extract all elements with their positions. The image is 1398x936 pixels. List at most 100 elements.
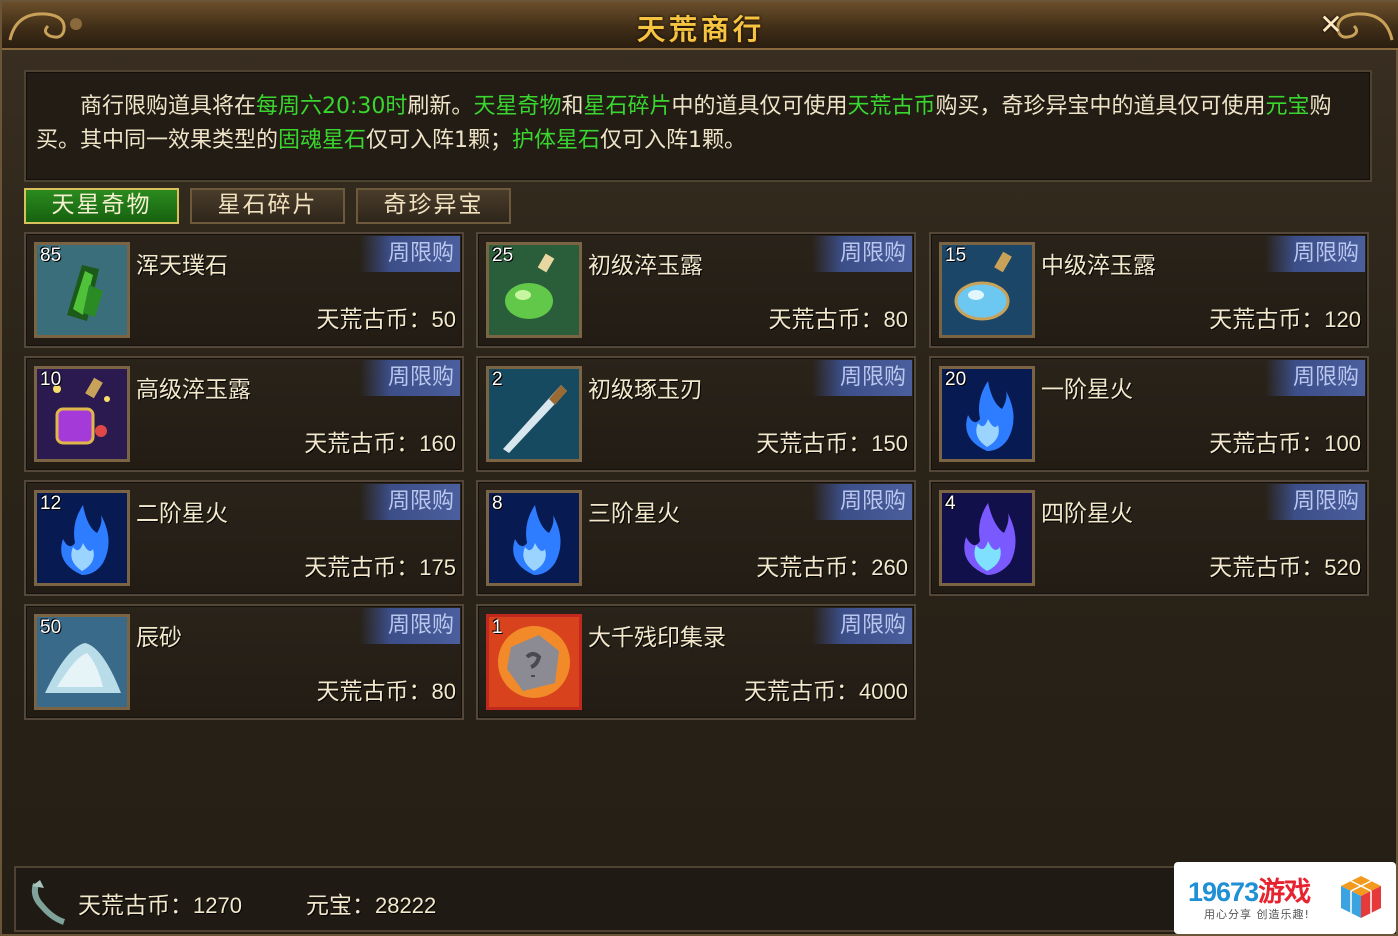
price-value: 175 [419,555,456,580]
coin-balance: 天荒古币：1270 [78,886,242,920]
item-price: 天荒古币：4000 [744,672,908,706]
weekly-limit-badge: 周限购 [360,236,460,272]
item-icon-frame[interactable]: 20 [939,366,1035,462]
notice-text: 和 [561,94,584,119]
item-card[interactable]: 4 四阶星火 周限购 天荒古币：520 [929,480,1369,596]
close-button[interactable]: ✕ [1314,10,1348,42]
notice-highlight: 护体星石 [512,128,601,153]
notice-text: 购买，奇珍异宝中的道具仅可使用 [935,94,1266,119]
item-price: 天荒古币：50 [317,300,456,334]
item-icon-frame[interactable]: 2 [486,366,582,462]
item-card[interactable]: 12 二阶星火 周限购天荒古币：175 [24,480,464,596]
item-icon-frame[interactable]: 15 [939,242,1035,338]
window-title: 天荒商行 [636,13,765,46]
item-quantity: 12 [40,493,62,514]
price-value: 4000 [859,679,908,704]
item-icon-frame[interactable]: 1 [486,614,582,710]
item-quantity: 1 [492,617,503,638]
weekly-limit-badge: 周限购 [360,484,460,520]
item-quantity: 15 [945,245,967,266]
item-name: 一阶星火 [1041,377,1133,403]
coin-pouch-icon [31,880,66,925]
item-name: 初级琢玉刃 [588,377,703,403]
weekly-limit-badge: 周限购 [812,608,912,644]
item-name: 高级淬玉露 [136,377,251,403]
item-card[interactable]: 1 大千残印集录 周限购天荒古币：4000 [476,604,916,720]
notice-text: 商行限购道具将在 [80,94,257,119]
price-value: 260 [871,555,908,580]
item-card[interactable]: 25 初级淬玉露 周限购 天荒古币：80 [476,232,916,348]
price-label: 天荒古币： [1209,555,1325,581]
watermark-logo: 19673游戏 [1188,870,1311,909]
item-card[interactable]: 15 中级淬玉露 周限购天荒古币：120 [929,232,1369,348]
item-icon-frame[interactable]: 4 [939,490,1035,586]
item-price: 天荒古币：175 [304,548,456,582]
weekly-limit-badge: 周限购 [812,484,912,520]
weekly-limit-badge: 周限购 [360,360,460,396]
title-bar: 天荒商行 ✕ [2,2,1398,50]
item-price: 天荒古币：260 [756,548,908,582]
shop-window: 天荒商行 ✕ 商行限购道具将在每周六20:30时刷新。天星奇物和星石碎片中的道具… [0,0,1398,936]
item-card[interactable]: 10 高级淬玉露 周限购 天荒古币：160 [24,356,464,472]
item-price: 天荒古币：80 [769,300,908,334]
tab-qizhen-yibao[interactable]: 奇珍异宝 [356,188,511,224]
item-quantity: 20 [945,369,967,390]
weekly-limit-badge: 周限购 [812,360,912,396]
price-value: 150 [871,431,908,456]
notice-text: 仅可入阵1颗。 [600,128,747,153]
tab-tianxing-qiwu[interactable]: 天星奇物 [24,188,179,224]
item-name: 辰砂 [136,625,182,651]
price-value: 120 [1324,307,1361,332]
item-price: 天荒古币：80 [317,672,456,706]
item-card[interactable]: 8 三阶星火 周限购天荒古币：260 [476,480,916,596]
price-value: 50 [431,307,456,332]
item-price: 天荒古币：520 [1209,548,1361,582]
price-label: 天荒古币： [1209,307,1325,333]
price-label: 天荒古币： [316,679,432,705]
item-icon-frame[interactable]: 85 [34,242,130,338]
notice-panel: 商行限购道具将在每周六20:30时刷新。天星奇物和星石碎片中的道具仅可使用天荒古… [24,70,1372,182]
coin-label: 天荒古币： [78,893,193,919]
notice-text: 中的道具仅可使用 [671,94,848,119]
item-quantity: 85 [40,245,62,266]
weekly-limit-badge: 周限购 [1265,236,1365,272]
notice-highlight: 元宝 [1265,94,1310,119]
item-icon-frame[interactable]: 8 [486,490,582,586]
item-card[interactable]: 85 浑天璞石 周限购天荒古币：50 [24,232,464,348]
price-label: 天荒古币： [1209,431,1325,457]
watermark-slogan: 用心分享 创造乐趣! [1204,908,1310,921]
item-quantity: 25 [492,245,514,266]
yuanbao-balance: 元宝：28222 [306,886,436,920]
price-value: 100 [1324,431,1361,456]
price-value: 520 [1324,555,1361,580]
site-watermark: 19673游戏 用心分享 创造乐趣! [1174,862,1396,934]
watermark-cn: 游戏 [1258,877,1311,907]
item-name: 中级淬玉露 [1041,253,1156,279]
price-label: 天荒古币： [316,307,432,333]
yuanbao-value: 28222 [375,893,437,918]
item-icon-frame[interactable]: 50 [34,614,130,710]
item-name: 浑天璞石 [136,253,228,279]
item-name: 大千残印集录 [588,625,726,651]
item-card[interactable]: 50 辰砂 周限购 天荒古币：80 [24,604,464,720]
weekly-limit-badge: 周限购 [1265,360,1365,396]
item-quantity: 10 [40,369,62,390]
item-price: 天荒古币：150 [756,424,908,458]
item-price: 天荒古币：100 [1209,424,1361,458]
notice-text: 仅可入阵1颗； [366,128,513,153]
item-name: 四阶星火 [1041,501,1133,527]
item-icon-frame[interactable]: 25 [486,242,582,338]
item-icon-frame[interactable]: 10 [34,366,130,462]
item-card[interactable]: 20 一阶星火 周限购天荒古币：100 [929,356,1369,472]
notice-text: 刷新。 [407,94,474,119]
item-quantity: 50 [40,617,62,638]
notice-highlight: 固魂星石 [278,128,367,153]
item-card[interactable]: 2 初级琢玉刃 周限购天荒古币：150 [476,356,916,472]
item-name: 二阶星火 [136,501,228,527]
price-value: 80 [431,679,456,704]
notice-highlight: 每周六20:30时 [256,94,408,119]
item-icon-frame[interactable]: 12 [34,490,130,586]
tab-xingshi-suipian[interactable]: 星石碎片 [190,188,345,224]
price-label: 天荒古币： [304,555,420,581]
item-name: 三阶星火 [588,501,680,527]
